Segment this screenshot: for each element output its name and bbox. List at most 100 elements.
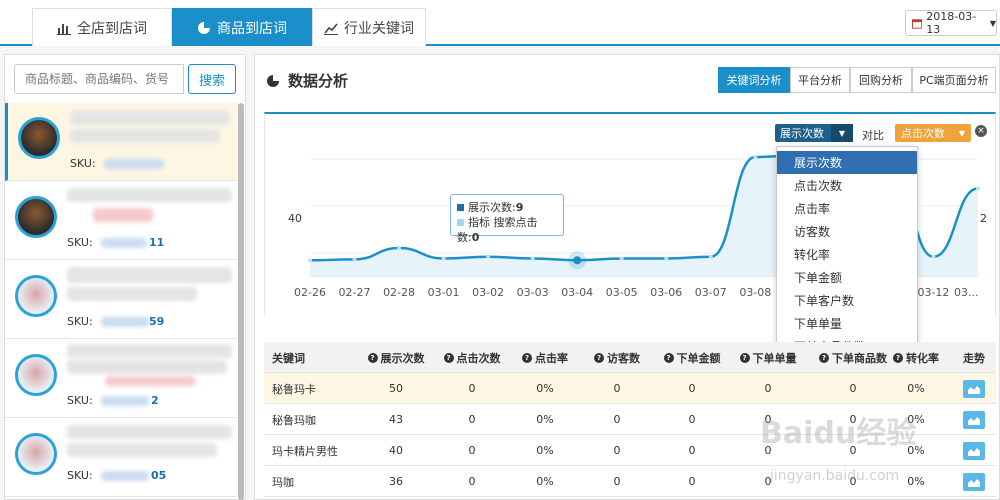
subtab-platform-analysis[interactable]: 平台分析 <box>790 67 850 93</box>
tooltip-value: 9 <box>515 201 524 214</box>
help-icon[interactable]: ? <box>663 352 674 363</box>
chart-tooltip: 展示次数:9 指标 搜索点击数:0 <box>450 194 564 244</box>
tab-product-keywords[interactable]: 商品到店词 <box>172 8 312 46</box>
help-icon[interactable]: ? <box>594 352 604 363</box>
table-cell: 0 <box>764 382 772 395</box>
series-color-swatch <box>457 219 464 226</box>
table-cell: 0 <box>688 444 696 457</box>
product-search-input[interactable] <box>14 64 184 94</box>
help-icon[interactable]: ? <box>522 352 532 363</box>
column-header[interactable]: 走势 <box>952 342 996 373</box>
table-cell: 43 <box>389 413 403 426</box>
blurred-title <box>105 376 195 386</box>
blurred-title <box>67 188 232 202</box>
column-header[interactable]: ? 点击次数 <box>436 342 508 373</box>
data-point[interactable] <box>530 256 535 261</box>
panel-title: 数据分析 <box>266 70 348 91</box>
sku-line: SKU: <box>67 315 93 328</box>
menu-item-metric[interactable]: 访客数 <box>777 220 917 243</box>
product-item[interactable]: SKU: 2 <box>5 340 237 418</box>
help-icon[interactable]: ? <box>443 352 454 363</box>
search-button[interactable]: 搜索 <box>188 64 236 94</box>
tab-industry-keywords[interactable]: 行业关键词 <box>312 8 426 46</box>
data-point[interactable] <box>931 254 936 259</box>
blurred-title <box>67 425 232 439</box>
blurred-sku <box>101 396 149 406</box>
trend-cell <box>952 373 996 404</box>
sku-line: SKU: <box>67 394 93 407</box>
tooltip-label: 指标 搜索点击数: <box>457 216 538 244</box>
trend-chart-button[interactable] <box>963 379 985 398</box>
help-icon[interactable]: ? <box>367 352 378 363</box>
column-header[interactable]: ? 点击率 <box>510 342 580 373</box>
chevron-down-icon: ▼ <box>989 18 996 28</box>
tab-store-keywords[interactable]: 全店到店词 <box>32 8 172 46</box>
metric-dropdown-menu: 展示次数 点击次数 点击率 访客数 转化率 下单金额 下单客户数 下单单量 下单… <box>776 146 918 358</box>
product-list-scrollbar[interactable] <box>238 103 244 500</box>
product-thumbnail <box>18 117 60 159</box>
data-point[interactable] <box>664 256 669 261</box>
column-header[interactable]: 关键词 <box>272 342 362 373</box>
product-item[interactable]: SKU: 11 <box>5 182 237 260</box>
table-cell: 36 <box>389 475 403 488</box>
column-header[interactable]: ? 下单单量 <box>730 342 806 373</box>
data-point[interactable] <box>486 254 491 259</box>
menu-item-metric[interactable]: 点击次数 <box>777 174 917 197</box>
menu-item-metric[interactable]: 展示次数 <box>777 151 917 174</box>
menu-item-metric[interactable]: 下单金额 <box>777 266 917 289</box>
data-point[interactable] <box>441 256 446 261</box>
table-cell: 0 <box>468 444 476 457</box>
data-point[interactable] <box>308 258 312 263</box>
column-header-label: 点击率 <box>535 351 568 365</box>
trend-chart-button[interactable] <box>963 410 985 429</box>
data-point[interactable] <box>708 254 713 259</box>
product-item[interactable]: SKU: 05 <box>5 419 237 497</box>
x-tick-label: 03-03 <box>517 286 549 299</box>
tab-label: 全店到店词 <box>77 20 147 37</box>
subtab-keyword-analysis[interactable]: 关键词分析 <box>718 67 790 93</box>
blurred-title <box>93 208 153 222</box>
menu-item-metric[interactable]: 下单单量 <box>777 312 917 335</box>
column-header-label: 关键词 <box>272 351 305 365</box>
help-icon[interactable]: ? <box>739 352 750 363</box>
column-header[interactable]: ? 展示次数 <box>360 342 432 373</box>
help-icon[interactable]: ? <box>819 352 829 363</box>
table-cell: 0 <box>688 475 696 488</box>
sku-value: 11 <box>149 236 165 249</box>
metric-select[interactable]: 展示次数 ▼ <box>775 124 853 142</box>
blurred-title <box>67 344 232 358</box>
product-thumbnail <box>15 433 57 475</box>
table-cell: 0% <box>536 382 554 395</box>
menu-item-metric[interactable]: 下单客户数 <box>777 289 917 312</box>
trend-chart-button[interactable] <box>963 472 985 491</box>
table-header-row: 关键词? 展示次数? 点击次数? 点击率? 访客数? 下单金额? 下单单量? 下单商品数? 转化… <box>264 342 996 373</box>
data-point[interactable] <box>753 155 758 159</box>
subtab-repurchase-analysis[interactable]: 回购分析 <box>850 67 912 93</box>
menu-item-metric[interactable]: 点击率 <box>777 197 917 220</box>
tooltip-value: 0 <box>471 231 480 244</box>
table-cell: 0 <box>468 475 476 488</box>
subtab-pc-page-analysis[interactable]: PC端页面分析 <box>912 67 996 93</box>
product-item[interactable]: SKU: 59 <box>5 261 237 339</box>
data-point[interactable] <box>352 257 357 262</box>
table-cell: 玛咖 <box>272 475 294 489</box>
product-item[interactable]: SKU: <box>5 103 237 181</box>
blurred-title <box>67 443 217 457</box>
blurred-sku <box>101 317 149 327</box>
date-picker[interactable]: 2018-03-13 ▼ <box>905 10 997 36</box>
menu-item-metric[interactable]: 转化率 <box>777 243 917 266</box>
column-header[interactable]: ? 转化率 <box>884 342 948 373</box>
compare-metric-select[interactable]: 点击次数 ▼ <box>895 124 971 142</box>
sku-value: 59 <box>149 315 165 328</box>
x-tick-label: 03-06 <box>650 286 682 299</box>
product-thumbnail <box>15 354 57 396</box>
product-thumbnail <box>15 275 57 317</box>
column-header[interactable]: ? 下单金额 <box>654 342 730 373</box>
help-icon[interactable]: ? <box>893 352 903 363</box>
trend-chart-button[interactable] <box>963 441 985 460</box>
close-icon[interactable]: × <box>975 125 987 137</box>
data-point[interactable] <box>976 186 980 191</box>
data-point[interactable] <box>619 256 624 261</box>
column-header[interactable]: ? 访客数 <box>582 342 652 373</box>
data-point[interactable] <box>397 246 402 250</box>
